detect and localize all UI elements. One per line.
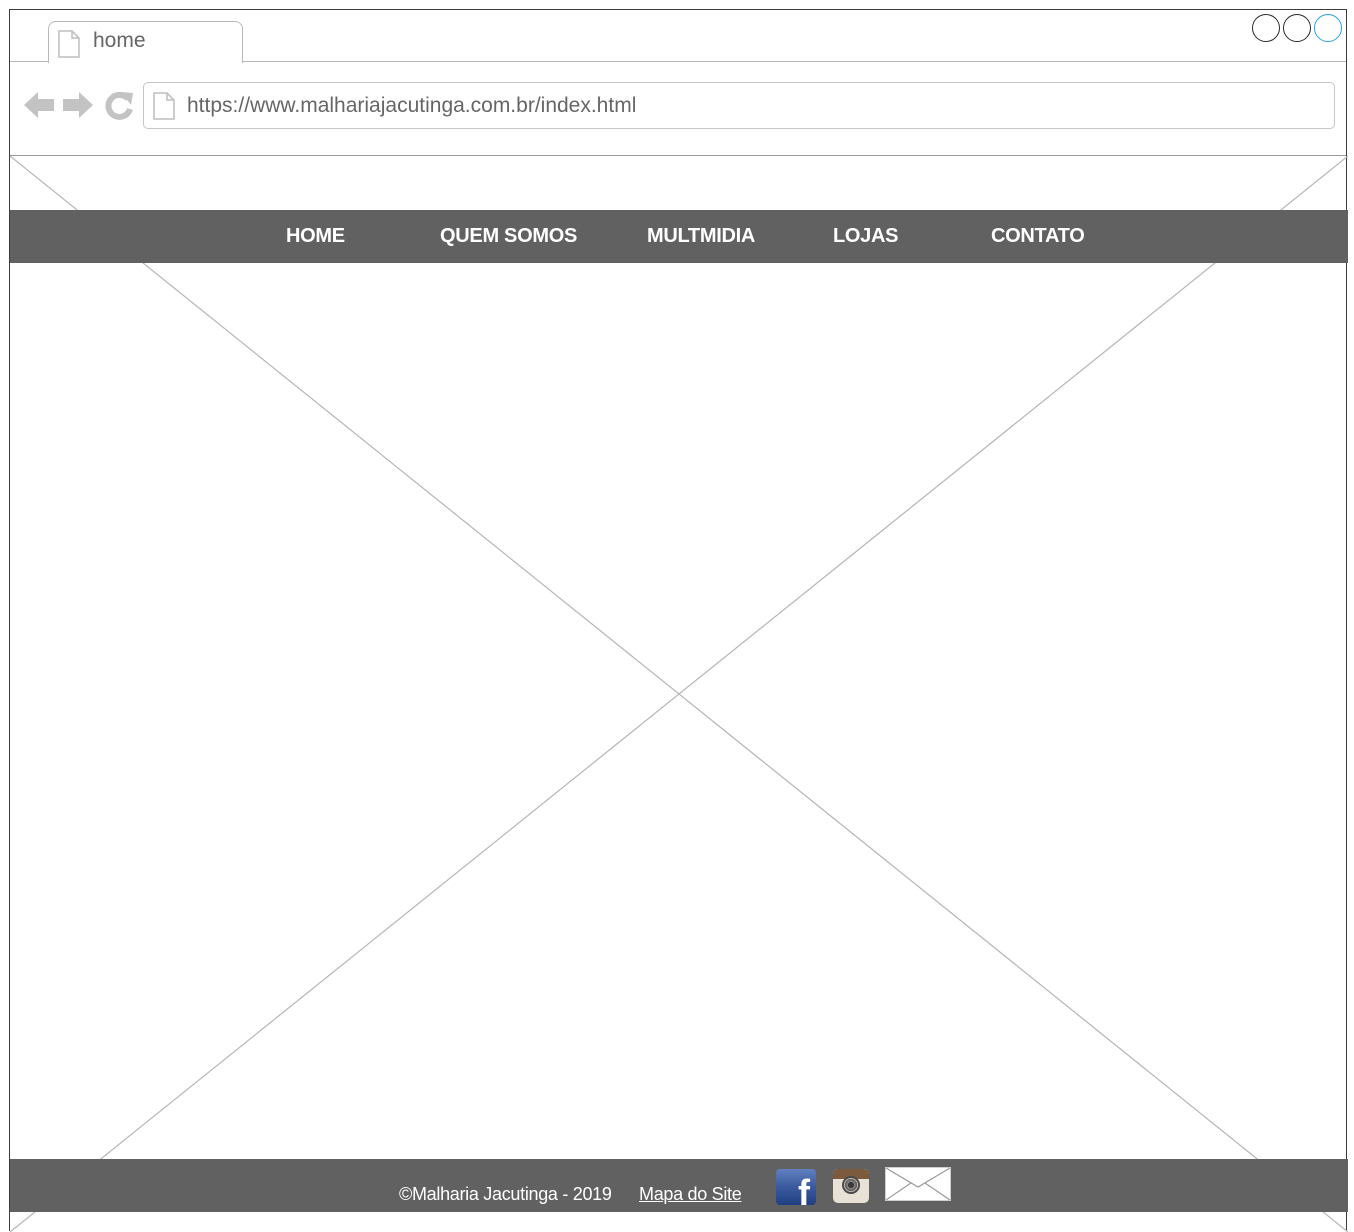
email-icon[interactable]	[885, 1167, 951, 1201]
browser-tab[interactable]: home	[48, 21, 243, 63]
maximize-button[interactable]	[1283, 14, 1311, 42]
menu-item-home[interactable]: HOME	[286, 225, 345, 248]
facebook-icon[interactable]: f	[776, 1169, 816, 1205]
tab-bar: home	[10, 10, 1346, 63]
forward-arrow-icon[interactable]	[62, 90, 94, 120]
menu-item-contato[interactable]: CONTATO	[991, 225, 1085, 248]
browser-window: home https://www.malhariajacutinga.com.b…	[9, 9, 1348, 1232]
window-controls	[1252, 14, 1342, 42]
minimize-button[interactable]	[1252, 14, 1280, 42]
page-content: HOME QUEM SOMOS MULTMIDIA LOJAS CONTATO …	[10, 156, 1348, 1232]
page-icon	[58, 30, 80, 58]
menu-item-multmidia[interactable]: MULTMIDIA	[647, 225, 755, 248]
instagram-icon[interactable]	[833, 1169, 869, 1203]
back-arrow-icon[interactable]	[23, 90, 55, 120]
image-placeholder	[10, 156, 1348, 1232]
url-field[interactable]: https://www.malhariajacutinga.com.br/ind…	[143, 82, 1335, 129]
close-button[interactable]	[1314, 14, 1342, 42]
page-icon	[153, 92, 175, 120]
main-menu: HOME QUEM SOMOS MULTMIDIA LOJAS CONTATO	[10, 210, 1348, 263]
tab-title: home	[93, 29, 146, 52]
address-bar: https://www.malhariajacutinga.com.br/ind…	[10, 62, 1346, 156]
reload-icon[interactable]	[103, 90, 135, 122]
copyright-text: ©Malharia Jacutinga - 2019	[399, 1184, 612, 1204]
url-text: https://www.malhariajacutinga.com.br/ind…	[187, 94, 637, 117]
menu-item-lojas[interactable]: LOJAS	[833, 225, 898, 248]
page-footer: ©Malharia Jacutinga - 2019 Mapa do Site …	[10, 1159, 1348, 1212]
menu-item-quem-somos[interactable]: QUEM SOMOS	[440, 225, 577, 248]
sitemap-link[interactable]: Mapa do Site	[639, 1184, 742, 1205]
